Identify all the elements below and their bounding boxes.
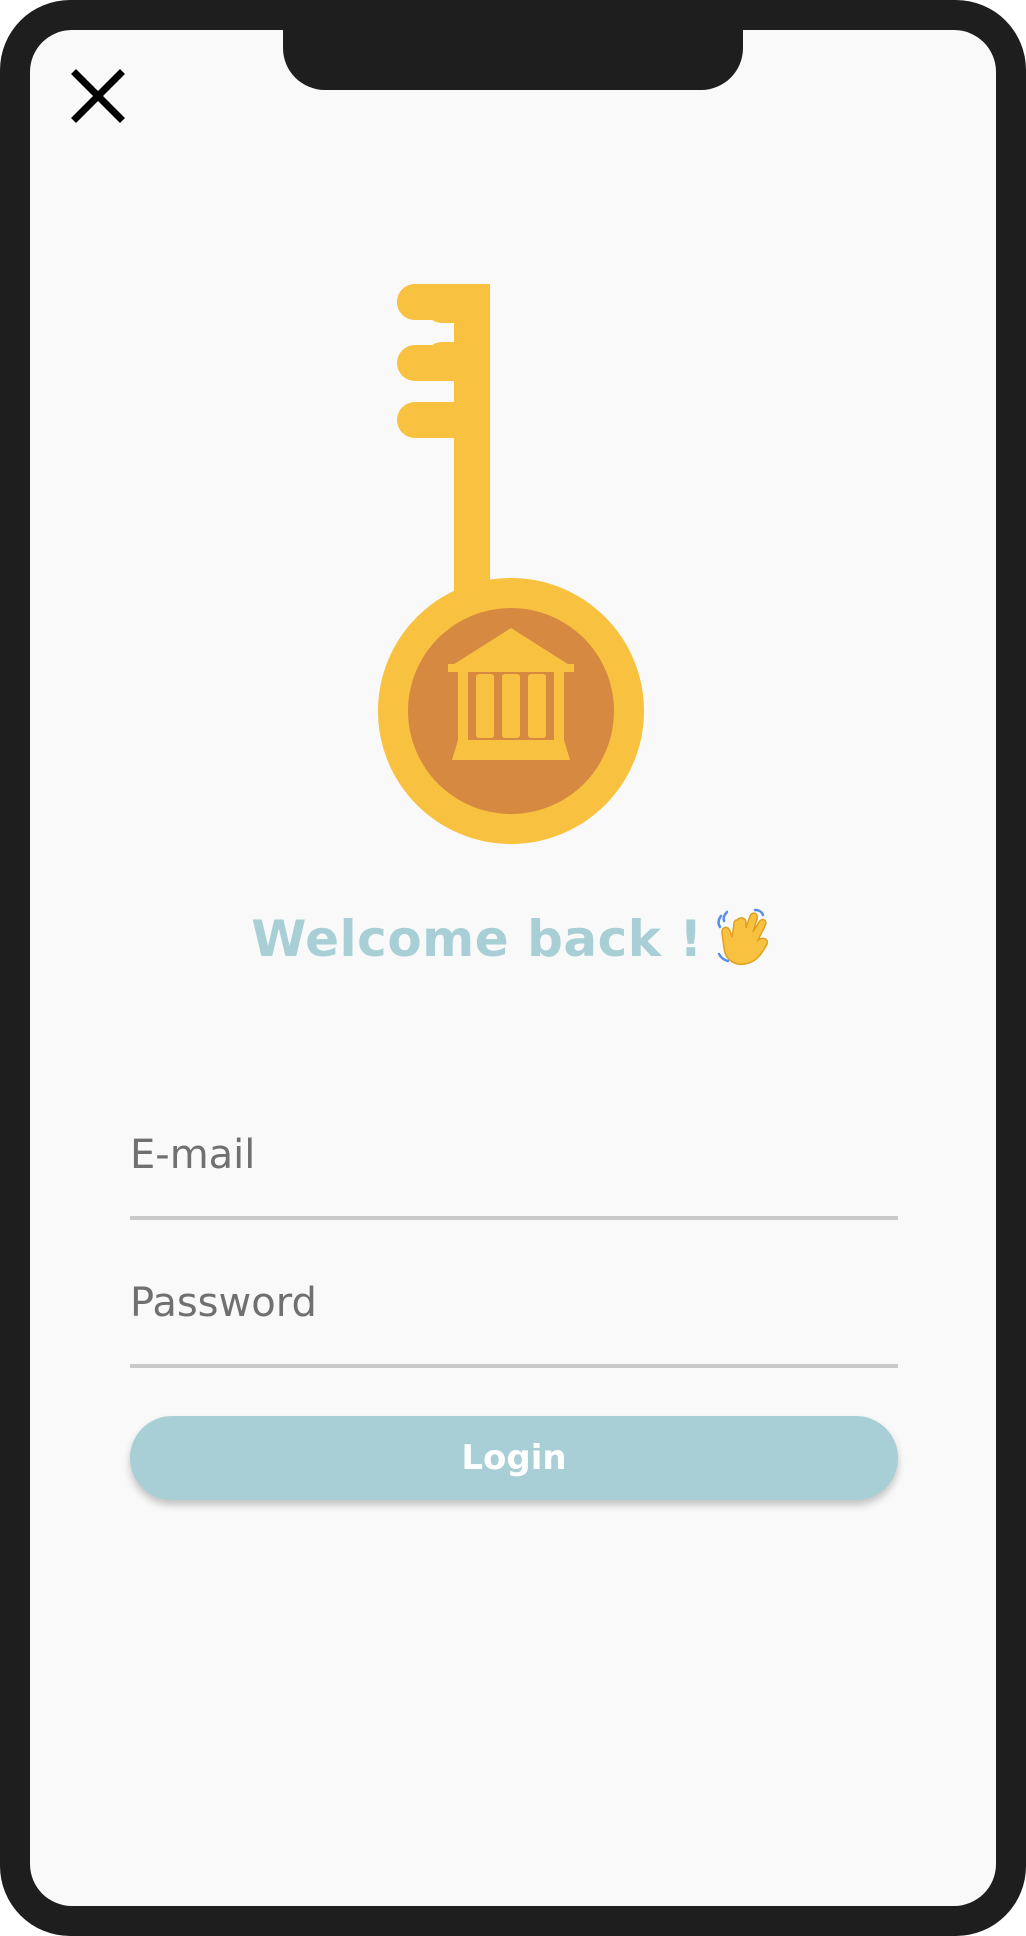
- phone-frame: Welcome back ! Login: [0, 0, 1026, 1936]
- email-input[interactable]: [130, 1120, 898, 1190]
- welcome-heading: Welcome back !: [30, 906, 996, 968]
- close-button[interactable]: [68, 66, 128, 126]
- welcome-title: Welcome back !: [251, 910, 703, 968]
- phone-notch: [283, 30, 743, 90]
- email-field: [130, 1120, 898, 1220]
- login-button[interactable]: Login: [130, 1416, 898, 1500]
- bank-key-icon: [378, 284, 644, 844]
- password-field: [130, 1268, 898, 1368]
- password-input[interactable]: [130, 1268, 898, 1338]
- login-screen: Welcome back ! Login: [30, 30, 996, 1906]
- close-icon: [71, 69, 125, 123]
- waving-hand-icon: [717, 908, 768, 966]
